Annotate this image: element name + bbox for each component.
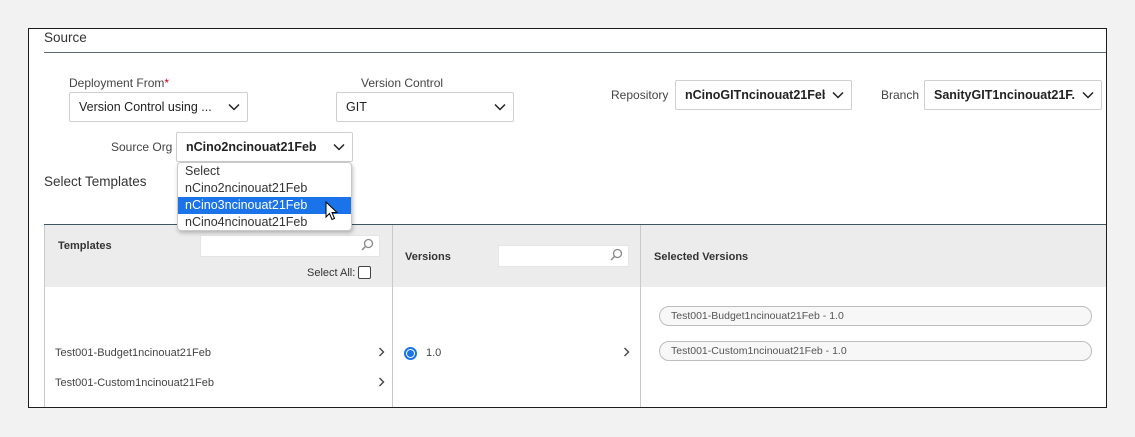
branch-value: SanityGIT1ncinouat21F... (934, 88, 1075, 102)
list-item[interactable]: Test001-Budget1ncinouat21Feb (55, 345, 385, 360)
source-org-label: Source Org (111, 140, 173, 154)
deployment-from-label: Deployment From* (69, 76, 169, 90)
version-control-value: GIT (346, 100, 367, 114)
search-icon (361, 238, 374, 254)
selected-versions-header: Selected Versions (654, 251, 749, 263)
templates-search-input[interactable] (200, 235, 380, 257)
chevron-right-icon[interactable] (623, 346, 630, 360)
section-divider (44, 52, 1106, 53)
template-name: Test001-Budget1ncinouat21Feb (55, 346, 211, 359)
selected-version-pill[interactable]: Test001-Budget1ncinouat21Feb - 1.0 (659, 306, 1092, 326)
selected-version-pill[interactable]: Test001-Custom1ncinouat21Feb - 1.0 (659, 341, 1092, 361)
chevron-right-icon[interactable] (378, 345, 385, 360)
mouse-cursor-icon (325, 200, 339, 224)
chevron-down-icon (326, 133, 352, 161)
list-item[interactable]: Test001-Custom1ncinouat21Feb (55, 375, 385, 390)
select-all: Select All: (307, 266, 372, 279)
select-templates-title: Select Templates (44, 174, 147, 189)
chevron-down-icon (487, 93, 513, 121)
column-divider (44, 225, 45, 407)
repository-value: nCinoGITncinouat21Feb (685, 88, 825, 102)
deployment-from-value: Version Control using ... (79, 100, 212, 114)
chevron-down-icon (1075, 81, 1101, 109)
select-all-label: Select All: (307, 266, 356, 279)
version-control-label: Version Control (361, 76, 444, 90)
chevron-down-icon (825, 81, 851, 109)
branch-label: Branch (881, 88, 920, 102)
repository-label: Repository (611, 88, 669, 102)
column-divider (640, 225, 641, 407)
section-title-source: Source (44, 30, 87, 45)
radio-dot (407, 349, 414, 357)
source-org-select[interactable]: nCino2ncinouat21Feb (176, 132, 353, 162)
deployment-from-select[interactable]: Version Control using ... (69, 92, 248, 122)
select-all-checkbox[interactable] (358, 266, 372, 279)
repository-select[interactable]: nCinoGITncinouat21Feb (675, 80, 852, 110)
required-marker: * (164, 76, 170, 90)
dropdown-option[interactable]: nCino2ncinouat21Feb (178, 180, 351, 197)
source-org-value: nCino2ncinouat21Feb (186, 140, 317, 154)
source-panel: Source Deployment From* Version Control … (28, 28, 1107, 408)
column-divider (392, 225, 393, 407)
version-label: 1.0 (426, 347, 442, 359)
versions-header: Versions (405, 251, 451, 263)
template-name: Test001-Custom1ncinouat21Feb (55, 376, 214, 389)
deployment-from-label-text: Deployment From (69, 76, 165, 90)
branch-select[interactable]: SanityGIT1ncinouat21F... (924, 80, 1102, 110)
chevron-right-icon[interactable] (378, 375, 385, 390)
version-row[interactable]: 1.0 (404, 346, 630, 360)
search-icon (610, 248, 623, 264)
versions-search-input[interactable] (498, 245, 629, 267)
templates-header: Templates (58, 240, 112, 252)
dropdown-option[interactable]: Select (178, 163, 351, 180)
version-control-select[interactable]: GIT (336, 92, 514, 122)
chevron-down-icon (221, 93, 247, 121)
version-radio[interactable] (404, 346, 417, 360)
